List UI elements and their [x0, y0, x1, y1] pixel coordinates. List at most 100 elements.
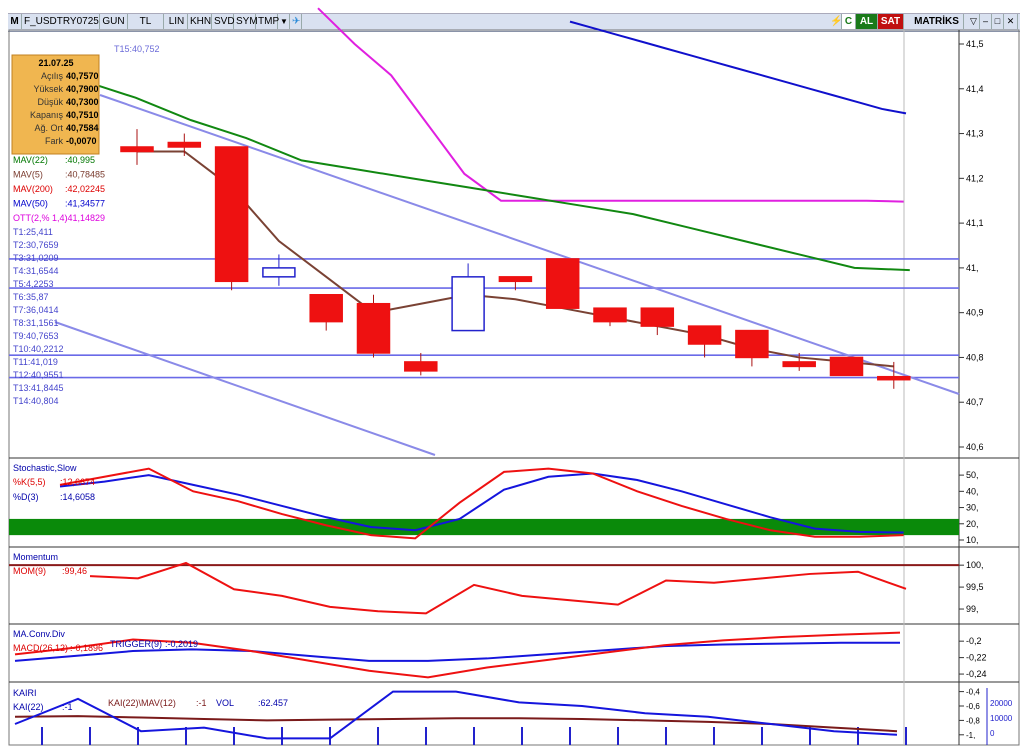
y-tick-label: 41,3 [966, 129, 984, 139]
kaimav-value: :-1 [196, 698, 207, 708]
y-tick-label: 41,4 [966, 84, 984, 94]
y-tick-label: -1, [966, 731, 975, 740]
t-level-label: T11:41,019 [13, 357, 58, 367]
mav50-line [569, 20, 907, 115]
candle-body [545, 258, 580, 309]
indicator-label: MAV(200) [13, 184, 53, 194]
vol-label: VOL [216, 698, 234, 708]
candle-body [309, 294, 343, 323]
t-level-label: T10:40,2212 [13, 344, 64, 354]
indicator-label: MAV(5) [13, 170, 43, 180]
indicator-label: MAV(22) [13, 155, 48, 165]
momentum-label: MOM(9) [13, 566, 46, 576]
y-tick-label: 41,2 [966, 173, 984, 183]
ott-line [317, 7, 904, 203]
t-level-label: T7:36,0414 [13, 305, 59, 315]
kai-label: KAI(22) [13, 702, 44, 712]
y-tick-label: -0,6 [966, 702, 980, 711]
y-tick-label: -0,2 [966, 636, 982, 646]
indicator-value: :41,34577 [65, 199, 105, 209]
y-tick-label: 40,7 [966, 397, 984, 407]
info-label: Düşük [37, 97, 63, 107]
info-value: 40,7584 [66, 123, 99, 133]
info-label: Fark [45, 136, 64, 146]
candle-body [498, 276, 533, 283]
t-level-label: T6:35,87 [13, 292, 49, 302]
t-level-label: T5:4,2253 [13, 279, 54, 289]
candle-body [356, 302, 391, 354]
info-label: Kapanış [30, 110, 64, 120]
y-tick-label: 40,8 [966, 352, 984, 362]
indicator-value: :40,995 [65, 155, 95, 165]
info-value: -0,0070 [66, 136, 97, 146]
momentum-value: :99,46 [62, 566, 87, 576]
indicator-label: OTT(2,% 1,4) [13, 213, 68, 223]
info-label: Ağ. Ort [34, 123, 63, 133]
momentum-title: Momentum [13, 552, 58, 562]
info-date: 21.07.25 [38, 58, 73, 68]
candle-body [451, 276, 485, 332]
vol-tick-label: 0 [990, 729, 995, 738]
candle-body [593, 307, 627, 323]
t-level-label: T8:31,1561 [13, 318, 59, 328]
y-tick-label: 40,6 [966, 442, 984, 452]
candle-body [687, 325, 722, 345]
y-tick-label: 20, [966, 519, 979, 529]
info-value: 40,7510 [66, 110, 99, 120]
macd-title: MA.Conv.Div [13, 629, 65, 639]
y-tick-label: 41, [966, 263, 979, 273]
y-tick-label: 41,5 [966, 39, 984, 49]
candle-body [167, 141, 202, 148]
indicator-value: :40,78485 [65, 170, 105, 180]
kai-value: :-1 [62, 702, 73, 712]
vol-tick-label: 10000 [990, 714, 1013, 723]
indicator-value: :41,14829 [65, 213, 105, 223]
trading-chart-window: M F_USDTRY0725 GUN TL LIN KHN SVD SYM TM… [0, 0, 1024, 750]
kairi-title: KAIRI [13, 688, 37, 698]
stoch-d-value: :14,6058 [60, 492, 95, 502]
t-level-label: T14:40,804 [13, 396, 59, 406]
info-label: Yüksek [33, 84, 63, 94]
mav22-line [24, 69, 910, 272]
stoch-k-value: :12,6674 [60, 477, 95, 487]
candle-body [829, 356, 864, 377]
t-level-label: T1:25,411 [13, 227, 53, 237]
candle-body [877, 375, 911, 381]
indicator-label: MAV(50) [13, 199, 48, 209]
t-level-label: T9:40,7653 [13, 331, 59, 341]
y-tick-label: 10, [966, 535, 979, 545]
candle-body [735, 329, 769, 359]
t-level-label: T3:31,0209 [13, 253, 59, 263]
y-tick-label: 30, [966, 503, 979, 513]
stoch-oversold-band [9, 518, 959, 536]
y-tick-label: 100, [966, 560, 984, 570]
y-tick-label: -0,24 [966, 669, 987, 679]
candle-body [640, 307, 675, 327]
stoch-d-label: %D(3) [13, 492, 39, 502]
info-value: 40,7570 [66, 71, 99, 81]
candle-body [404, 361, 438, 372]
stoch-k-label: %K(5,5) [13, 477, 46, 487]
y-tick-label: 41,1 [966, 218, 984, 228]
trendline-label: T15:40,752 [114, 44, 160, 54]
y-tick-label: -0,22 [966, 653, 987, 663]
stoch-title: Stochastic,Slow [13, 463, 77, 473]
t-level-label: T4:31,6544 [13, 266, 59, 276]
macd-label: MACD(26,12) [13, 643, 68, 653]
candle-body [782, 361, 816, 368]
y-tick-label: 99, [966, 604, 979, 614]
trigger-label: TRIGGER(9) [110, 639, 162, 649]
kaimav-label: KAI(22)\MAV(12) [108, 698, 176, 708]
macd-value: :-0,1896 [70, 643, 103, 653]
info-value: 40,7300 [66, 97, 99, 107]
t-level-label: T13:41,8445 [13, 383, 64, 393]
y-tick-label: 40, [966, 486, 979, 496]
candle-body [262, 267, 296, 278]
candle-body [214, 146, 249, 283]
y-tick-label: 99,5 [966, 582, 984, 592]
momentum-line [89, 561, 907, 615]
vol-tick-label: 20000 [990, 699, 1013, 708]
trigger-value: :-0,2019 [165, 639, 198, 649]
chart-area[interactable]: 41,541,441,341,241,141,40,940,840,740,6 … [0, 0, 1024, 750]
y-tick-label: 40,9 [966, 308, 984, 318]
